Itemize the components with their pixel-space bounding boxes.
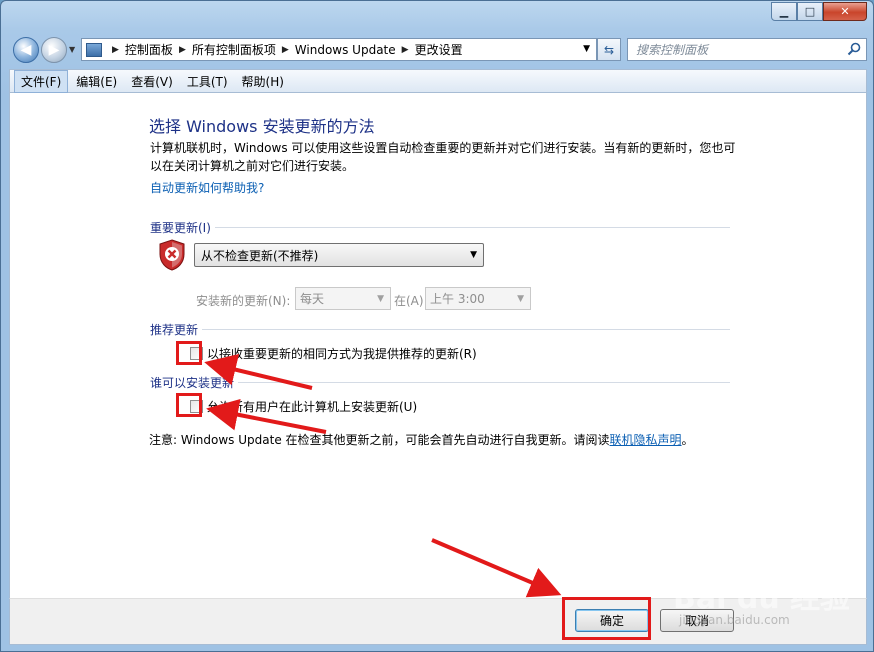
chevron-right-icon[interactable]: ▶ (402, 45, 409, 55)
install-time-value: 上午 3:00 (430, 292, 485, 306)
privacy-note: 注意: Windows Update 在检查其他更新之前，可能会首先自动进行自我… (149, 431, 694, 448)
important-updates-label: 重要更新(I) (150, 219, 215, 236)
breadcrumb-control-panel[interactable]: 控制面板 (125, 41, 173, 58)
chevron-right-icon[interactable]: ▶ (112, 45, 119, 55)
breadcrumb-all-items[interactable]: 所有控制面板项 (192, 41, 276, 58)
recommended-updates-option[interactable]: 以接收重要更新的相同方式为我提供推荐的更新(R) (190, 345, 477, 362)
recent-pages-dropdown-icon[interactable]: ▼ (69, 45, 75, 54)
annotation-highlight-box (176, 341, 202, 365)
chevron-down-icon: ▼ (377, 294, 384, 304)
chevron-right-icon[interactable]: ▶ (179, 45, 186, 55)
allow-all-users-option[interactable]: 允许所有用户在此计算机上安装更新(U) (190, 398, 417, 415)
help-link[interactable]: 自动更新如何帮助我? (150, 179, 264, 196)
search-input[interactable]: 搜索控制面板 (627, 38, 867, 61)
refresh-icon: ⇆ (603, 42, 615, 57)
menu-file[interactable]: 文件(F) (14, 69, 69, 93)
privacy-statement-link[interactable]: 联机隐私声明 (610, 433, 682, 447)
caption-buttons: ▁ □ ✕ (771, 2, 867, 21)
control-panel-window: ▁ □ ✕ ◀ ▶ ▼ ▶ 控制面板 ▶ 所有控制面板项 ▶ Windows U… (0, 0, 874, 652)
group-divider (150, 227, 730, 228)
back-button[interactable]: ◀ (13, 37, 39, 63)
baidu-watermark-url: jingyan.baidu.com (679, 613, 790, 627)
forward-arrow-icon: ▶ (48, 42, 60, 58)
install-time-label: 在(A) (394, 294, 424, 308)
minimize-button[interactable]: ▁ (771, 2, 797, 21)
install-day-select[interactable]: 每天 ▼ (295, 287, 391, 310)
breadcrumb-change-settings[interactable]: 更改设置 (415, 41, 463, 58)
baidu-watermark-logo: Bai du 经验 (673, 581, 851, 616)
address-dropdown-icon[interactable]: ▼ (583, 44, 590, 54)
update-mode-select[interactable]: 从不检查更新(不推荐) ▼ (194, 243, 484, 267)
address-bar[interactable]: ▶ 控制面板 ▶ 所有控制面板项 ▶ Windows Update ▶ 更改设置… (81, 38, 597, 61)
chevron-down-icon: ▼ (517, 294, 524, 304)
menu-bar: 文件(F) 编辑(E) 查看(V) 工具(T) 帮助(H) (9, 69, 867, 93)
group-divider (150, 329, 730, 330)
recommended-updates-label: 推荐更新 (150, 321, 203, 338)
search-icon[interactable] (847, 42, 861, 56)
install-time-select[interactable]: 上午 3:00 ▼ (425, 287, 531, 310)
refresh-button[interactable]: ⇆ (597, 38, 621, 61)
note-suffix: 。 (681, 433, 694, 447)
menu-tools[interactable]: 工具(T) (181, 71, 234, 92)
control-panel-icon (86, 42, 102, 57)
search-placeholder: 搜索控制面板 (636, 43, 709, 57)
maximize-button[interactable]: □ (797, 2, 823, 21)
breadcrumb-windows-update[interactable]: Windows Update (295, 43, 396, 57)
annotation-highlight-box (176, 393, 202, 417)
allow-all-users-checkbox-label[interactable]: 允许所有用户在此计算机上安装更新(U) (207, 398, 417, 415)
annotation-highlight-box (562, 597, 651, 640)
menu-view[interactable]: 查看(V) (125, 71, 179, 92)
menu-edit[interactable]: 编辑(E) (70, 71, 123, 92)
note-text: 注意: Windows Update 在检查其他更新之前，可能会首先自动进行自我… (149, 433, 610, 447)
close-button[interactable]: ✕ (823, 2, 867, 21)
page-description: 计算机联机时，Windows 可以使用这些设置自动检查重要的更新并对它们进行安装… (150, 141, 736, 173)
update-mode-value: 从不检查更新(不推荐) (201, 248, 319, 263)
forward-button[interactable]: ▶ (41, 37, 67, 63)
navigation-bar: ◀ ▶ ▼ ▶ 控制面板 ▶ 所有控制面板项 ▶ Windows Update … (9, 35, 867, 63)
recommended-updates-checkbox-label[interactable]: 以接收重要更新的相同方式为我提供推荐的更新(R) (207, 345, 477, 362)
chevron-down-icon: ▼ (470, 250, 477, 260)
settings-content: 选择 Windows 安装更新的方法 计算机联机时，Windows 可以使用这些… (9, 93, 867, 598)
page-title: 选择 Windows 安装更新的方法 (149, 117, 375, 136)
chevron-right-icon[interactable]: ▶ (282, 45, 289, 55)
shield-error-icon (159, 239, 185, 271)
back-arrow-icon: ◀ (20, 42, 32, 58)
install-day-value: 每天 (300, 292, 325, 306)
install-new-updates-label: 安装新的更新(N): (196, 294, 291, 308)
menu-help[interactable]: 帮助(H) (236, 71, 290, 92)
who-can-install-label: 谁可以安装更新 (150, 374, 239, 391)
